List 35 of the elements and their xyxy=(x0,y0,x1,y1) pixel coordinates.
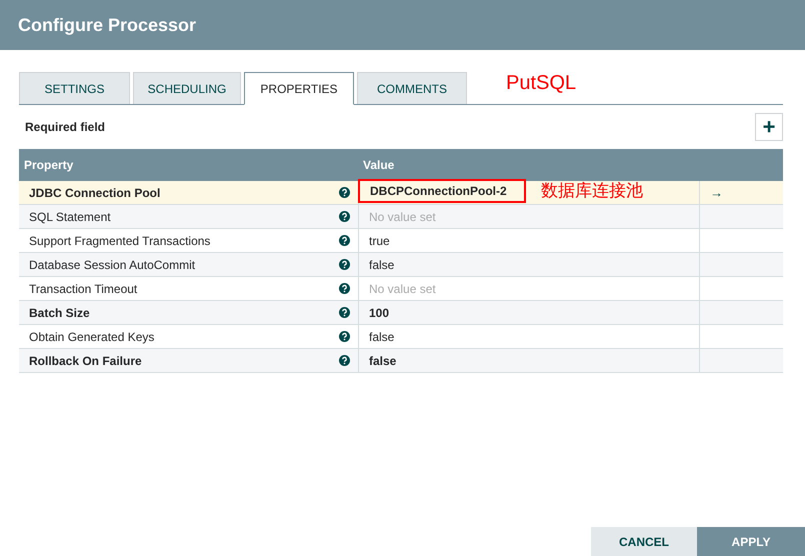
property-name: Batch Size xyxy=(29,304,90,322)
column-header: Property xyxy=(23,157,74,174)
property-name: SQL Statement xyxy=(29,208,111,226)
property-name: Database Session AutoCommit xyxy=(29,256,196,274)
property-name: Rollback On Failure xyxy=(29,352,142,370)
help-icon[interactable] xyxy=(339,283,350,294)
tab[interactable]: PROPERTIES xyxy=(244,72,354,105)
add-property-button[interactable]: + xyxy=(755,113,783,141)
help-icon[interactable] xyxy=(339,331,350,342)
tab[interactable]: SCHEDULING xyxy=(133,72,241,104)
property-name: Support Fragmented Transactions xyxy=(29,232,210,250)
annotation-text: PutSQL xyxy=(506,71,576,96)
go-to-service-link[interactable]: → xyxy=(710,182,723,202)
property-name: Obtain Generated Keys xyxy=(29,328,154,346)
property-value[interactable]: false xyxy=(359,328,394,346)
property-value[interactable]: 100 xyxy=(359,304,390,322)
column-header: Value xyxy=(362,157,396,174)
property-value[interactable]: DBCPConnectionPool-2 xyxy=(358,178,526,202)
tab[interactable]: COMMENTS xyxy=(357,72,467,104)
help-icon[interactable] xyxy=(339,259,350,270)
property-value[interactable]: false xyxy=(359,256,394,274)
help-icon[interactable] xyxy=(339,211,350,222)
tab[interactable]: SETTINGS xyxy=(19,72,130,104)
help-icon[interactable] xyxy=(339,187,350,198)
help-icon[interactable] xyxy=(339,355,350,366)
property-name: JDBC Connection Pool xyxy=(29,184,160,202)
help-icon[interactable] xyxy=(339,235,350,246)
required-field-label: Required field xyxy=(24,119,106,136)
annotation-text: 数据库连接池 xyxy=(541,181,643,201)
property-value[interactable]: false xyxy=(359,352,396,370)
property-name: Transaction Timeout xyxy=(29,280,138,298)
help-icon[interactable] xyxy=(339,307,350,318)
cancel-button[interactable]: CANCEL xyxy=(591,527,697,556)
window-title: Configure Processor xyxy=(18,14,196,37)
property-value[interactable]: true xyxy=(359,232,390,250)
